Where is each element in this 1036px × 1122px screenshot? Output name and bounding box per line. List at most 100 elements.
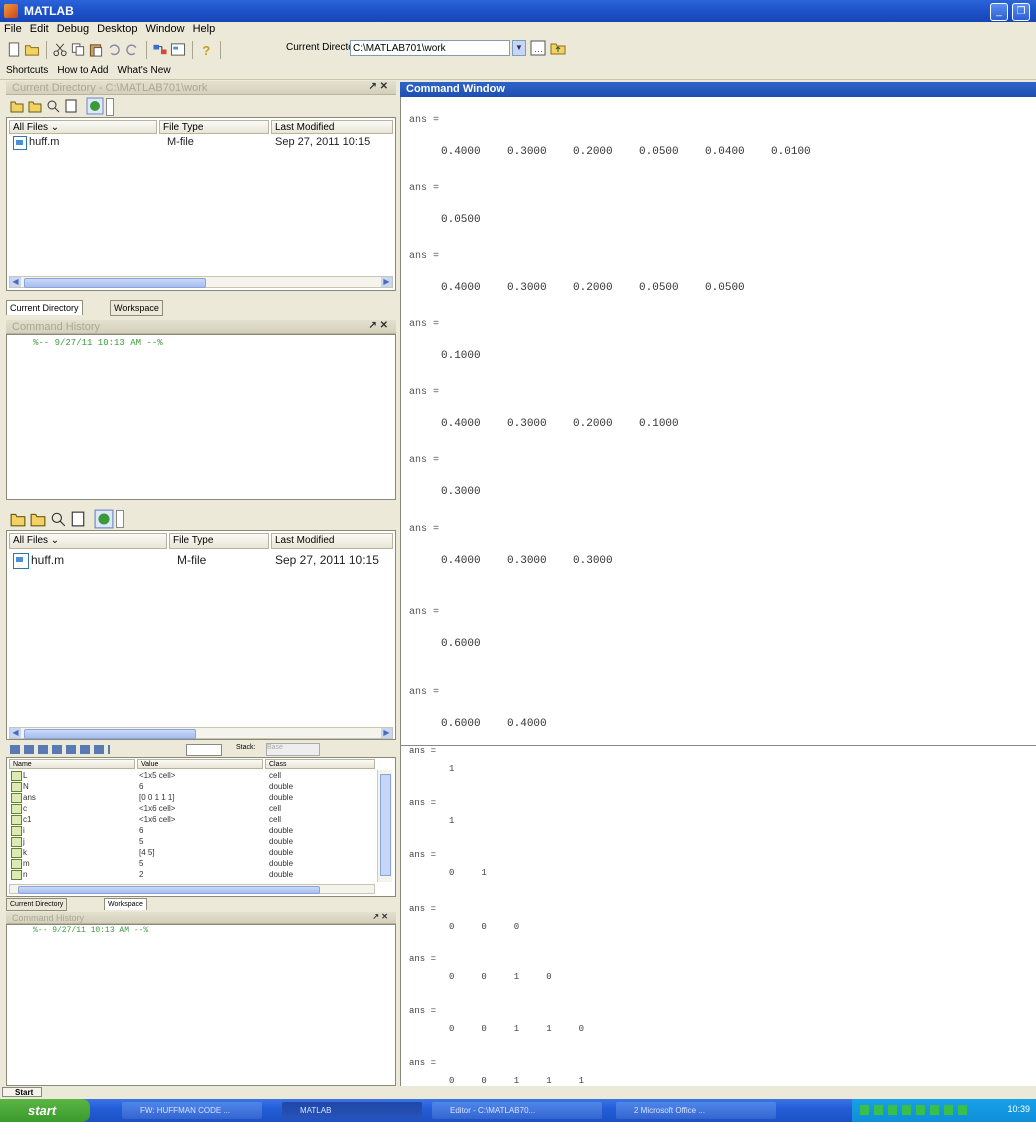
menu-edit[interactable]: Edit xyxy=(26,22,53,36)
variable-name[interactable]: n xyxy=(23,870,27,879)
find-files-icon[interactable] xyxy=(50,511,66,527)
copy-icon[interactable] xyxy=(70,42,86,57)
find-files-icon[interactable] xyxy=(46,99,60,113)
open-folder-icon[interactable] xyxy=(28,99,42,113)
toolbar-grip[interactable] xyxy=(116,510,124,528)
stack-select[interactable]: Base xyxy=(266,743,320,756)
column-class[interactable]: Class xyxy=(265,759,375,769)
variable-value: <1x5 cell> xyxy=(139,771,176,780)
menu-file[interactable]: File xyxy=(0,22,26,36)
undo-icon[interactable] xyxy=(106,42,122,57)
variable-icon xyxy=(11,771,22,781)
matlab-start-button[interactable]: Start xyxy=(2,1087,42,1097)
minimize-button[interactable]: _ xyxy=(990,3,1008,21)
workspace-toolbar-icons[interactable] xyxy=(10,745,110,754)
restore-button[interactable]: ❐ xyxy=(1012,3,1030,21)
variable-name[interactable]: c1 xyxy=(23,815,31,824)
variable-name[interactable]: L xyxy=(23,771,27,780)
tab-current-directory[interactable]: Current Directory xyxy=(6,300,83,315)
variable-icon xyxy=(11,804,22,814)
column-file-type[interactable]: File Type xyxy=(169,533,269,549)
tab-current-directory[interactable]: Current Directory xyxy=(6,898,68,911)
column-last-modified[interactable]: Last Modified xyxy=(271,120,393,134)
svg-text:…: … xyxy=(534,44,543,54)
menu-debug[interactable]: Debug xyxy=(53,22,93,36)
cut-icon[interactable] xyxy=(52,42,68,57)
paste-icon[interactable] xyxy=(88,42,104,57)
current-directory-panel-header: Current Directory - C:\MATLAB701\work ↗ … xyxy=(6,81,396,95)
column-file-type[interactable]: File Type xyxy=(159,120,269,134)
horizontal-scrollbar[interactable]: ◀ ▶ xyxy=(9,276,393,288)
close-panel-icon[interactable]: ↗ ✕ xyxy=(372,912,388,921)
file-modified: Sep 27, 2011 10:15 xyxy=(275,553,379,567)
task-office[interactable]: 2 Microsoft Office ... xyxy=(616,1102,776,1119)
close-panel-icon[interactable]: ↗ ✕ xyxy=(368,81,388,92)
variable-name[interactable]: ans xyxy=(23,793,36,802)
up-folder-icon[interactable] xyxy=(550,40,566,56)
open-file-icon[interactable] xyxy=(24,42,40,57)
open-folder-icon[interactable] xyxy=(30,511,46,527)
menu-help[interactable]: Help xyxy=(189,22,220,36)
history-entry[interactable]: %-- 9/27/11 10:13 AM --% xyxy=(33,338,163,348)
refresh-icon[interactable] xyxy=(86,97,104,115)
whats-new-link[interactable]: What's New xyxy=(118,65,171,76)
variable-icon xyxy=(11,793,22,803)
task-editor[interactable]: Editor - C:\MATLAB70... xyxy=(432,1102,602,1119)
column-value[interactable]: Value xyxy=(137,759,263,769)
directory-dropdown-button[interactable]: ▼ xyxy=(512,40,526,56)
new-file-icon[interactable] xyxy=(6,42,22,57)
stack-label: Stack: xyxy=(236,744,256,751)
column-all-files[interactable]: All Files ⌄ xyxy=(9,533,167,549)
title-bar: MATLAB _ ❐ xyxy=(0,0,1036,22)
command-window-output[interactable]: ans = 0.4000 0.3000 0.2000 0.0500 0.0400 … xyxy=(400,97,1036,745)
column-name[interactable]: Name xyxy=(9,759,135,769)
menu-desktop[interactable]: Desktop xyxy=(93,22,141,36)
vertical-scrollbar[interactable] xyxy=(377,770,392,882)
new-folder-icon[interactable] xyxy=(10,99,24,113)
report-icon[interactable] xyxy=(64,99,78,113)
ans-values: 0 0 0 xyxy=(449,922,520,932)
command-window-output-2[interactable]: ans = 1 ans = 1 ans = 0 1 ans = 0 0 0 ans = 0 0 1… xyxy=(400,746,1036,1086)
menu-window[interactable]: Window xyxy=(141,22,188,36)
current-directory-toolbar xyxy=(6,95,396,117)
variable-icon xyxy=(11,859,22,869)
tray-icons[interactable] xyxy=(860,1105,970,1115)
task-outlook[interactable]: FW: HUFFMAN CODE ... xyxy=(122,1102,262,1119)
workspace-view-select[interactable] xyxy=(186,744,222,756)
toolbar-grip[interactable] xyxy=(106,98,114,116)
close-panel-icon[interactable]: ↗ ✕ xyxy=(368,320,388,331)
simulink-icon[interactable] xyxy=(152,42,168,57)
start-button[interactable]: start xyxy=(0,1099,90,1122)
variable-value: 5 xyxy=(139,859,144,868)
new-folder-icon[interactable] xyxy=(10,511,26,527)
help-icon[interactable]: ? xyxy=(198,42,214,57)
ans-label: ans = xyxy=(409,607,440,618)
ans-values: 1 xyxy=(449,764,455,774)
report-icon[interactable] xyxy=(70,511,86,527)
file-name[interactable]: huff.m xyxy=(31,553,64,567)
history-entry[interactable]: %-- 9/27/11 10:13 AM --% xyxy=(33,926,148,935)
file-name[interactable]: huff.m xyxy=(29,136,59,148)
browse-folder-icon[interactable]: … xyxy=(530,40,546,56)
column-last-modified[interactable]: Last Modified xyxy=(271,533,393,549)
horizontal-scrollbar[interactable] xyxy=(9,884,375,894)
variable-name[interactable]: N xyxy=(23,782,29,791)
tab-workspace[interactable]: Workspace xyxy=(110,300,163,316)
guide-icon[interactable] xyxy=(170,42,186,57)
tab-workspace[interactable]: Workspace xyxy=(104,898,147,910)
file-modified: Sep 27, 2011 10:15 xyxy=(275,136,371,148)
task-matlab[interactable]: MATLAB xyxy=(282,1102,422,1119)
current-directory-input[interactable]: C:\MATLAB701\work xyxy=(350,40,510,56)
variable-name[interactable]: k xyxy=(23,848,27,857)
refresh-icon[interactable] xyxy=(94,509,114,529)
redo-icon[interactable] xyxy=(124,42,140,57)
variable-name[interactable]: m xyxy=(23,859,30,868)
horizontal-scrollbar[interactable]: ◀ ▶ xyxy=(9,727,393,739)
variable-name[interactable]: i xyxy=(23,826,25,835)
column-all-files[interactable]: All Files ⌄ xyxy=(9,120,157,134)
ans-label: ans = xyxy=(409,524,440,535)
ans-label: ans = xyxy=(409,387,440,398)
how-to-add-link[interactable]: How to Add xyxy=(57,65,108,76)
variable-name[interactable]: c xyxy=(23,804,27,813)
variable-name[interactable]: j xyxy=(23,837,25,846)
